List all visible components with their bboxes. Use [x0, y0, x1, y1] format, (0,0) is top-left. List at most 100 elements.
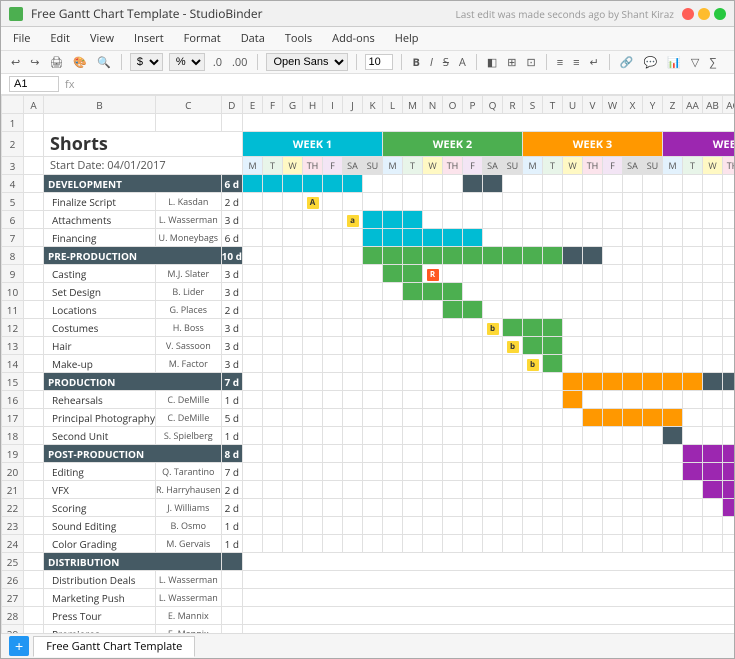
col-header-p[interactable]: P	[463, 96, 483, 114]
minimize-btn[interactable]	[698, 8, 710, 20]
col-header-h[interactable]: H	[303, 96, 323, 114]
col-header-v[interactable]: V	[583, 96, 603, 114]
currency-select[interactable]: $	[130, 53, 163, 71]
cell-a26[interactable]	[24, 571, 44, 589]
col-header-g[interactable]: G	[283, 96, 303, 114]
fill-color-icon[interactable]: ◧	[485, 54, 499, 71]
col-header-m[interactable]: M	[403, 96, 423, 114]
cell-a2[interactable]	[24, 132, 44, 157]
col-header-c[interactable]: C	[155, 96, 221, 114]
cell-a16[interactable]	[24, 391, 44, 409]
cell-a29[interactable]	[24, 625, 44, 634]
cell-a10[interactable]	[24, 283, 44, 301]
col-header-i[interactable]: I	[323, 96, 343, 114]
col-header-ab[interactable]: AB	[703, 96, 723, 114]
zoom-icon[interactable]: 🔍	[95, 54, 113, 71]
cell-a17[interactable]	[24, 409, 44, 427]
cell-a18[interactable]	[24, 427, 44, 445]
cell-a6[interactable]	[24, 211, 44, 229]
col-header-ac[interactable]: AC	[723, 96, 735, 114]
sheet-tab-gantt[interactable]: Free Gantt Chart Template	[33, 636, 195, 657]
cell-a8[interactable]	[24, 247, 44, 265]
cell-a21[interactable]	[24, 481, 44, 499]
paint-icon[interactable]: 🎨	[71, 54, 89, 71]
menu-help[interactable]: Help	[391, 29, 423, 48]
col-header-l[interactable]: L	[383, 96, 403, 114]
redo-icon[interactable]: ↪	[28, 54, 41, 71]
chart-icon[interactable]: 📊	[665, 54, 683, 71]
maximize-btn[interactable]	[714, 8, 726, 20]
strikethrough-icon[interactable]: S	[441, 54, 451, 71]
align-left-icon[interactable]: ≡	[555, 54, 565, 71]
col-header-a[interactable]: A	[24, 96, 44, 114]
bold-icon[interactable]: B	[410, 54, 421, 71]
cell-reference-input[interactable]	[9, 76, 59, 92]
cell-c1[interactable]	[155, 114, 221, 132]
menu-tools[interactable]: Tools	[281, 29, 316, 48]
cell-a20[interactable]	[24, 463, 44, 481]
cell-a23[interactable]	[24, 517, 44, 535]
cell-a3[interactable]	[24, 157, 44, 175]
decimal-more[interactable]: .0	[211, 54, 224, 71]
menu-file[interactable]: File	[9, 29, 34, 48]
cell-a1[interactable]	[24, 114, 44, 132]
sheet-container[interactable]: A B C D E F G H I J K L M N	[1, 95, 734, 633]
percent-select[interactable]: %	[169, 53, 205, 71]
cell-a4[interactable]	[24, 175, 44, 193]
undo-icon[interactable]: ↩	[9, 54, 22, 71]
cell-b1[interactable]	[44, 114, 156, 132]
cell-d1[interactable]	[221, 114, 242, 132]
cell-a12[interactable]	[24, 319, 44, 337]
border-icon[interactable]: ⊞	[505, 54, 518, 71]
col-header-w[interactable]: W	[603, 96, 623, 114]
col-header-z[interactable]: Z	[663, 96, 683, 114]
function-icon[interactable]: ∑	[707, 54, 718, 71]
col-header-s[interactable]: S	[523, 96, 543, 114]
col-header-f[interactable]: F	[263, 96, 283, 114]
cell-a22[interactable]	[24, 499, 44, 517]
menu-insert[interactable]: Insert	[130, 29, 168, 48]
print-icon[interactable]: 🖨	[47, 54, 65, 71]
col-header-k[interactable]: K	[363, 96, 383, 114]
comment-icon[interactable]: 💬	[641, 54, 659, 71]
menu-data[interactable]: Data	[237, 29, 269, 48]
col-header-x[interactable]: X	[623, 96, 643, 114]
cell-e1-rest[interactable]	[243, 114, 735, 132]
col-header-r[interactable]: R	[503, 96, 523, 114]
col-header-j[interactable]: J	[343, 96, 363, 114]
cell-a27[interactable]	[24, 589, 44, 607]
font-color-icon[interactable]: A	[457, 54, 468, 71]
font-size-input[interactable]	[365, 54, 393, 70]
cell-a15[interactable]	[24, 373, 44, 391]
col-header-aa[interactable]: AA	[683, 96, 703, 114]
col-header-e[interactable]: E	[243, 96, 263, 114]
col-header-u[interactable]: U	[563, 96, 583, 114]
menu-view[interactable]: View	[86, 29, 118, 48]
col-header-t[interactable]: T	[543, 96, 563, 114]
align-center-icon[interactable]: ≡	[571, 54, 581, 71]
col-header-q[interactable]: Q	[483, 96, 503, 114]
menu-edit[interactable]: Edit	[46, 29, 74, 48]
cell-a5[interactable]	[24, 193, 44, 211]
cell-a9[interactable]	[24, 265, 44, 283]
cell-a28[interactable]	[24, 607, 44, 625]
cell-a13[interactable]	[24, 337, 44, 355]
col-header-o[interactable]: O	[443, 96, 463, 114]
cell-a25[interactable]	[24, 553, 44, 571]
menu-format[interactable]: Format	[180, 29, 225, 48]
add-sheet-btn[interactable]: +	[9, 636, 29, 656]
filter-icon[interactable]: ▽	[689, 54, 701, 71]
wrap-icon[interactable]: ↵	[588, 54, 601, 71]
italic-icon[interactable]: I	[428, 54, 435, 71]
col-header-n[interactable]: N	[423, 96, 443, 114]
cell-a14[interactable]	[24, 355, 44, 373]
font-select[interactable]: Open Sans	[266, 53, 348, 71]
col-header-y[interactable]: Y	[643, 96, 663, 114]
close-btn[interactable]	[682, 8, 694, 20]
link-icon[interactable]: 🔗	[618, 54, 636, 71]
decimal-less[interactable]: .00	[230, 54, 249, 71]
col-header-b[interactable]: B	[44, 96, 156, 114]
col-header-d[interactable]: D	[221, 96, 242, 114]
cell-a24[interactable]	[24, 535, 44, 553]
formula-input[interactable]	[80, 78, 726, 90]
